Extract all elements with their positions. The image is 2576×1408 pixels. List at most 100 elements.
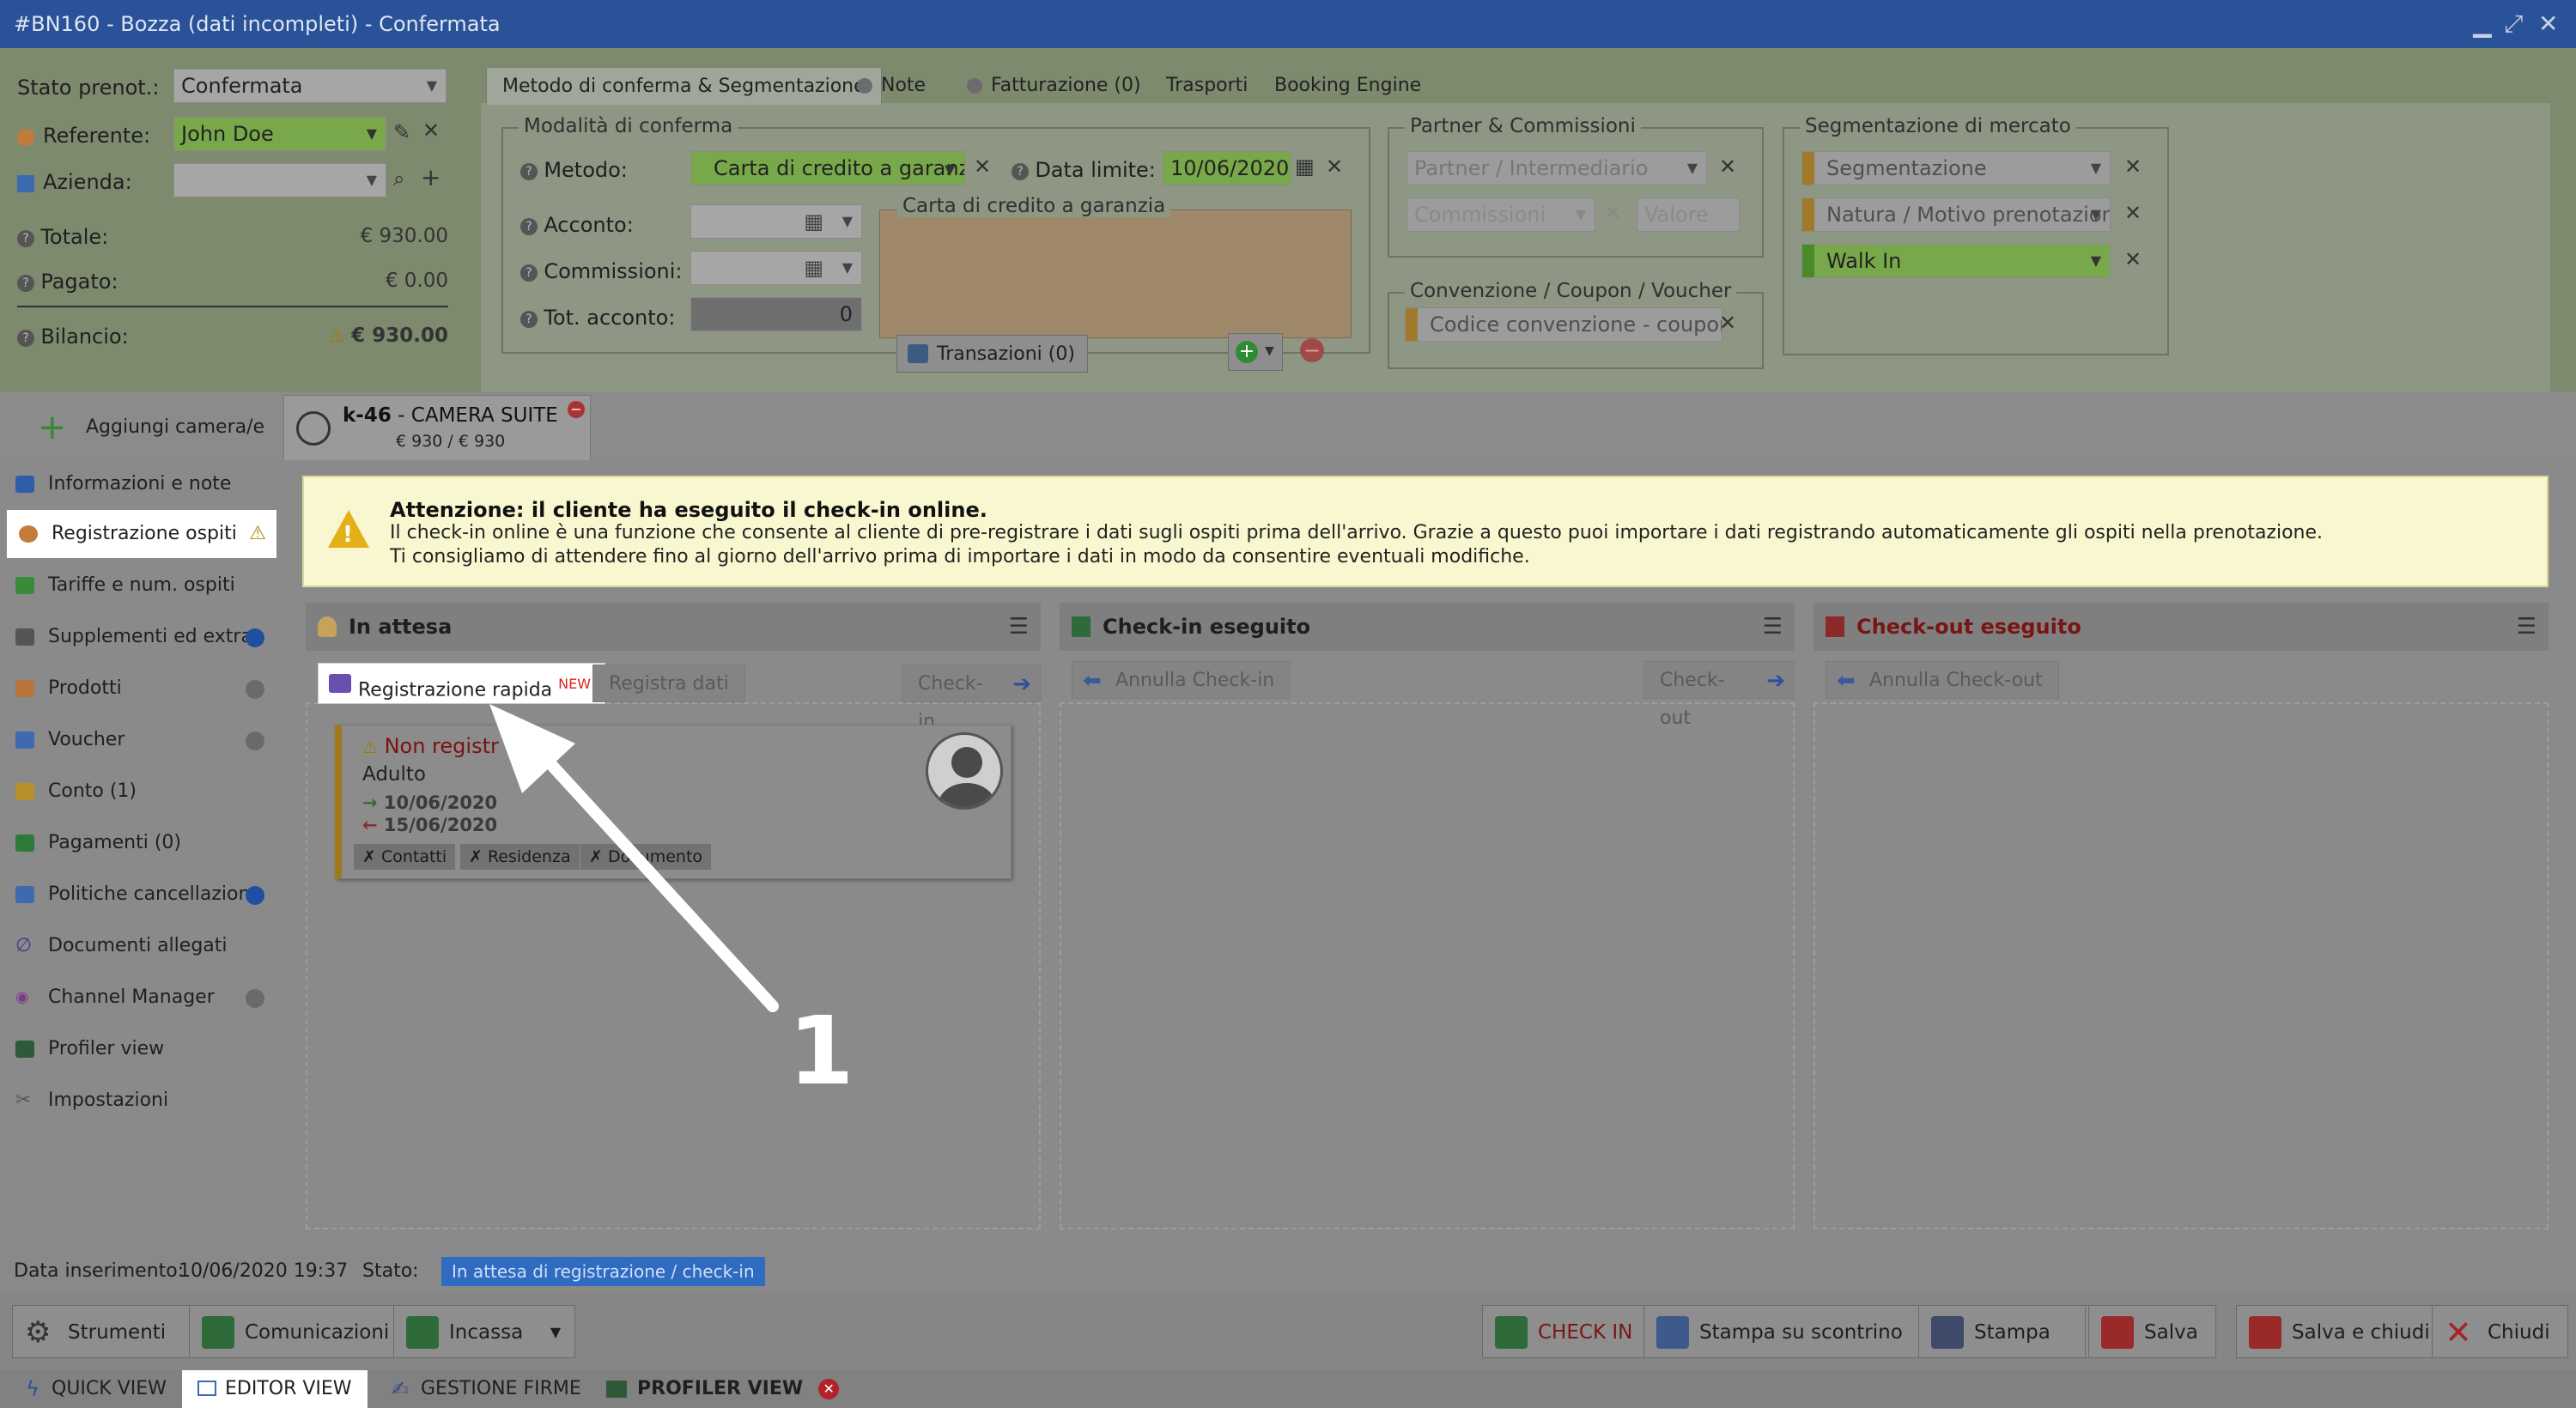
strumenti-button[interactable]: ⚙Strumenti▼ xyxy=(12,1305,219,1358)
registra-dati-button[interactable]: Registra dati xyxy=(592,665,745,702)
pagato-value: € 0.00 xyxy=(385,270,448,292)
sidebar-item-conto[interactable]: Conto (1) xyxy=(0,768,276,816)
sidebar-item-profiler[interactable]: Profiler view xyxy=(0,1025,276,1073)
divider xyxy=(17,306,448,307)
close-icon[interactable]: ✕ xyxy=(2538,0,2558,48)
clear-metodo-icon[interactable]: ✕ xyxy=(974,155,991,179)
remove-icon[interactable]: − xyxy=(1300,338,1324,362)
annulla-checkin-button[interactable]: ⬅ Annulla Check-in xyxy=(1072,661,1291,699)
hourglass-icon xyxy=(318,616,337,637)
help-icon: ? xyxy=(1012,162,1029,180)
edit-icon[interactable]: ✎ xyxy=(393,120,410,144)
clear-partner-icon[interactable]: ✕ xyxy=(1719,155,1736,179)
sidebar-item-politiche[interactable]: Politiche cancellazione xyxy=(0,871,276,919)
salva-chiudi-button[interactable]: Salva e chiudi xyxy=(2236,1305,2448,1358)
help-icon: ? xyxy=(17,329,34,347)
salva-button[interactable]: Salva xyxy=(2088,1305,2216,1358)
checkin-toolbar-button[interactable]: CHECK IN xyxy=(1482,1305,1651,1358)
calendar-icon[interactable]: ▦ xyxy=(1295,155,1315,179)
maximize-icon[interactable]: ⤢ xyxy=(2504,0,2523,48)
tab-trasporti[interactable]: Trasporti xyxy=(1151,67,1263,105)
clear-data-icon[interactable]: ✕ xyxy=(1326,155,1343,179)
registrazione-rapida-button[interactable]: Registrazione rapida NEW xyxy=(318,663,606,704)
menu-icon[interactable]: ☰ xyxy=(1763,603,1783,651)
tab-gestione-firme[interactable]: ✍ GESTIONE FIRME xyxy=(378,1370,597,1408)
checkin-button[interactable]: Check-in ➔ xyxy=(902,665,1041,732)
annulla-checkout-button[interactable]: ⬅ Annulla Check-out xyxy=(1826,661,2059,699)
azienda-input[interactable]: ▼ xyxy=(173,163,386,197)
tab-profiler-view[interactable]: PROFILER VIEW ✕ xyxy=(594,1370,851,1408)
sidebar-item-tariffe[interactable]: Tariffe e num. ospiti xyxy=(0,561,276,610)
carta-legend: Carta di credito a garanzia xyxy=(897,195,1171,217)
segmentazione-legend: Segmentazione di mercato xyxy=(1800,115,2076,137)
clear-codice-icon[interactable]: ✕ xyxy=(1719,311,1736,335)
gear-icon: ⚙ xyxy=(25,1315,52,1350)
sidebar-item-supplementi[interactable]: Supplementi ed extra xyxy=(0,613,276,661)
arrow-right-icon: ➔ xyxy=(1766,668,1785,694)
data-limite-input[interactable]: 10/06/2020 xyxy=(1163,151,1291,185)
codice-convenzione-input[interactable]: Codice convenzione - coupon xyxy=(1405,307,1722,342)
door-in-icon xyxy=(1072,616,1091,637)
clear-walkin-icon[interactable]: ✕ xyxy=(2124,247,2142,271)
transazioni-button[interactable]: Transazioni (0) xyxy=(896,335,1088,373)
tab-note[interactable]: Note xyxy=(841,67,941,105)
column-drop-area xyxy=(1060,702,1795,1229)
search-icon[interactable]: ⌕ xyxy=(393,167,404,191)
arrival-arrow-icon: → xyxy=(362,792,378,813)
tab-fatturazione[interactable]: Fatturazione (0) xyxy=(951,67,1157,105)
money-icon xyxy=(15,834,34,852)
pagato-row: ? Pagato: xyxy=(17,270,118,294)
clear-referente-icon[interactable]: ✕ xyxy=(422,118,440,143)
sidebar-item-pagamenti[interactable]: Pagamenti (0) xyxy=(0,819,276,867)
warning-line-2: Ti consigliamo di attendere fino al gior… xyxy=(390,546,1530,567)
tab-metodo-conferma[interactable]: Metodo di conferma & Segmentazione xyxy=(486,67,882,105)
checkout-button[interactable]: Check-out ➔ xyxy=(1643,661,1795,729)
close-tab-icon[interactable]: ✕ xyxy=(818,1379,840,1399)
tab-editor-view[interactable]: EDITOR VIEW xyxy=(182,1370,368,1408)
arrow-right-icon: ➔ xyxy=(1012,671,1031,697)
sidebar-item-prodotti[interactable]: Prodotti xyxy=(0,665,276,713)
help-icon: ? xyxy=(520,217,538,235)
sidebar-item-informazioni[interactable]: Informazioni e note xyxy=(0,460,276,508)
add-transazione-button[interactable]: + ▼ xyxy=(1228,333,1283,371)
avatar xyxy=(926,732,1003,810)
tot-acconto-value: 0 xyxy=(690,297,862,331)
referente-label: Referente: xyxy=(17,124,150,148)
metodo-select[interactable]: Carta di credito a garanz xyxy=(690,151,965,185)
sidebar-item-registrazione-ospiti[interactable]: Registrazione ospiti ⚠ xyxy=(7,510,276,558)
walkin-select[interactable]: Walk In ▼ xyxy=(1801,244,2111,278)
sidebar-item-documenti[interactable]: ∅ Documenti allegati xyxy=(0,922,276,970)
clear-natura-icon[interactable]: ✕ xyxy=(2124,201,2142,225)
warning-title: Attenzione: il cliente ha eseguito il ch… xyxy=(390,498,987,522)
add-azienda-icon[interactable]: + xyxy=(421,163,440,191)
commissioni-input[interactable]: ▦ ▼ xyxy=(690,251,862,285)
clear-commissioni-icon: ✕ xyxy=(1604,201,1622,225)
add-room-button[interactable]: + Aggiungi camera/e xyxy=(38,410,264,445)
segmentazione-select[interactable]: Segmentazione ▼ xyxy=(1801,151,2111,185)
natura-select[interactable]: Natura / Motivo prenotazione ▼ xyxy=(1801,197,2111,232)
sidebar-item-impostazioni[interactable]: ✂ Impostazioni xyxy=(0,1077,276,1125)
metodo-label: ? Metodo: xyxy=(520,158,628,182)
incassa-button[interactable]: Incassa ▼ xyxy=(393,1305,576,1358)
tab-quick-view[interactable]: ϟ QUICK VIEW xyxy=(9,1370,182,1408)
acconto-input[interactable]: ▦ ▼ xyxy=(690,204,862,239)
partner-select[interactable]: Partner / Intermediario ▼ xyxy=(1406,151,1707,185)
door-out-icon xyxy=(1826,616,1844,637)
document-icon xyxy=(15,886,34,903)
clear-segmentazione-icon[interactable]: ✕ xyxy=(2124,155,2142,179)
status-dot-icon xyxy=(246,680,264,699)
stato-select[interactable]: Confermata ▼ xyxy=(173,69,447,103)
minimize-icon[interactable]: ▁ xyxy=(2473,0,2492,48)
sidebar-item-voucher[interactable]: Voucher xyxy=(0,716,276,764)
menu-icon[interactable]: ☰ xyxy=(1009,603,1029,651)
chiudi-button[interactable]: ✕ Chiudi xyxy=(2432,1305,2568,1358)
referente-input[interactable]: John Doe ▼ xyxy=(173,117,386,151)
calculator-icon: ▦ xyxy=(804,256,823,280)
tab-booking-engine[interactable]: Booking Engine xyxy=(1259,67,1437,105)
remove-room-icon[interactable]: − xyxy=(568,401,585,418)
column-header: Check-out eseguito ☰ xyxy=(1814,603,2549,651)
menu-icon[interactable]: ☰ xyxy=(2517,603,2537,651)
room-tab-k46[interactable]: k-46 - CAMERA SUITE € 930 / € 930 − xyxy=(283,395,591,462)
chevron-down-icon[interactable]: ▼ xyxy=(945,161,955,178)
sidebar-item-channel-manager[interactable]: ◉ Channel Manager xyxy=(0,974,276,1022)
